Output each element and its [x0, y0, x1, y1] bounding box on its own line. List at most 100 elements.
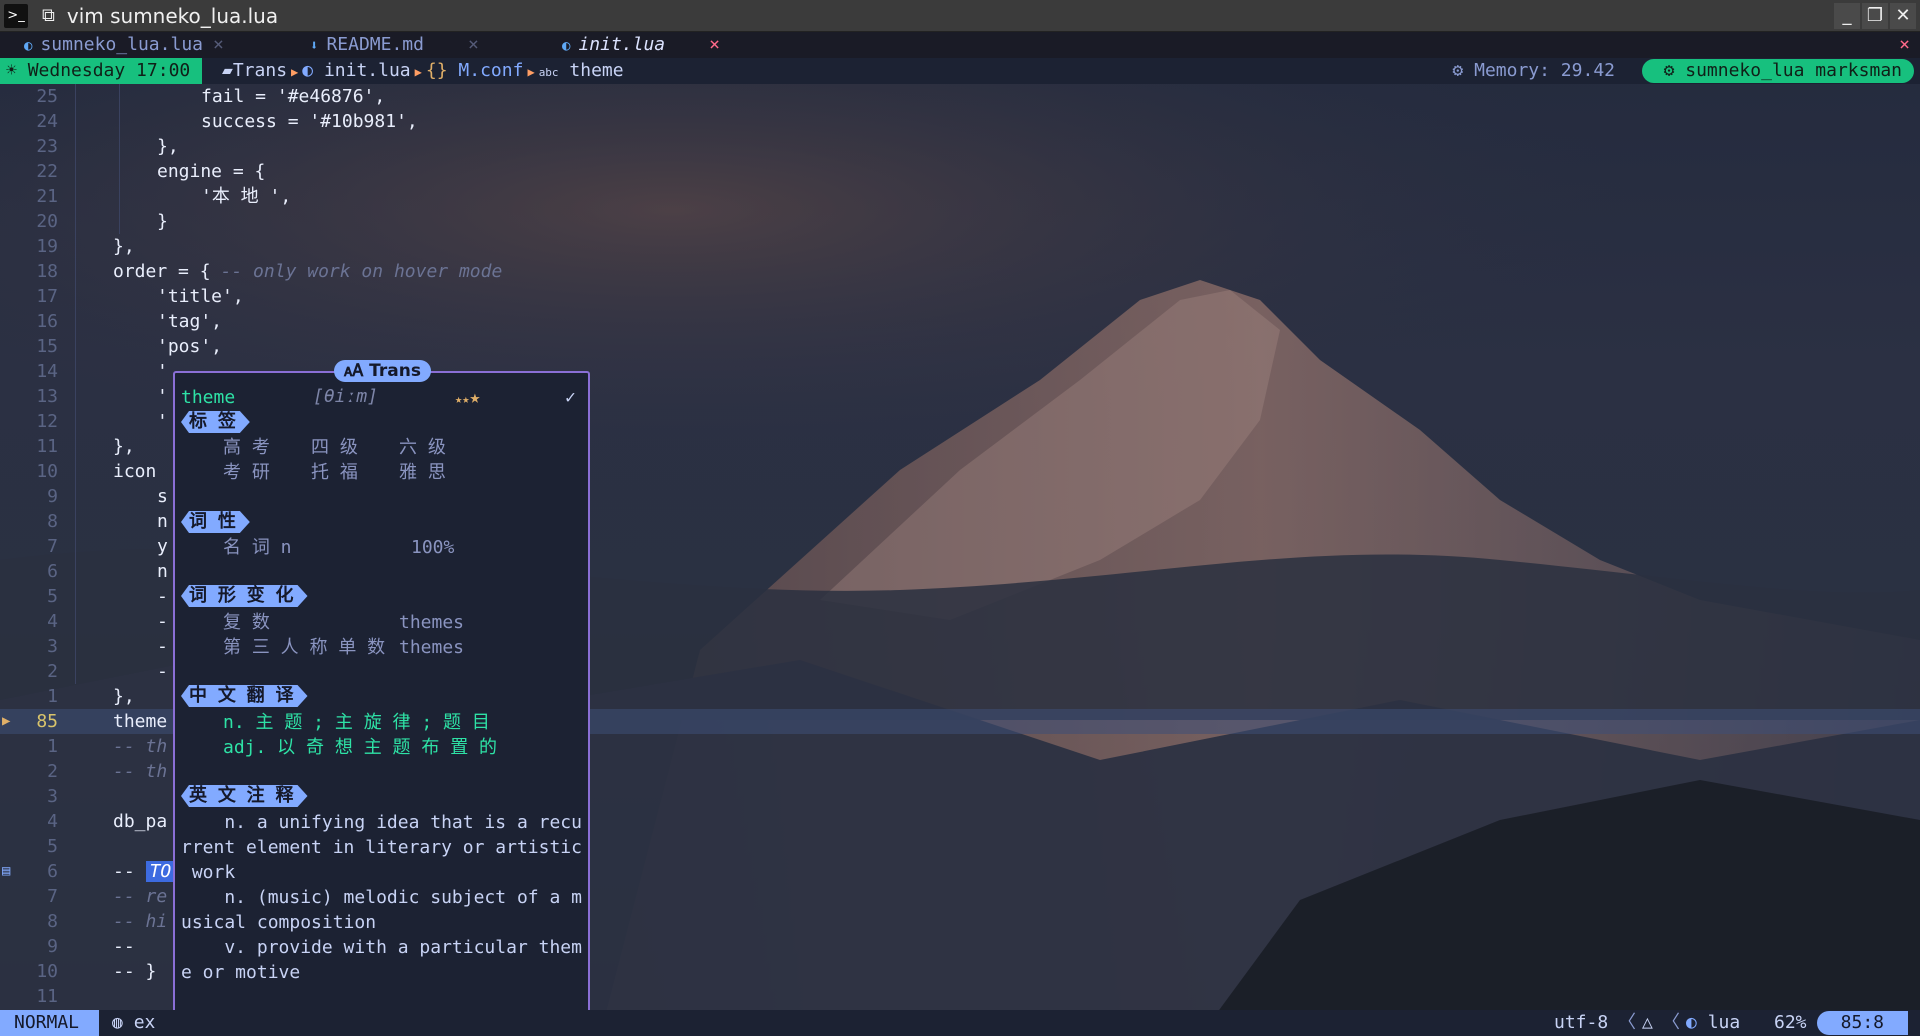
memory-text: Memory: 29.42 [1474, 60, 1615, 81]
section-tag: 标 签 [181, 411, 250, 433]
line-number: 12 [36, 411, 58, 432]
code-line[interactable]: 18 order = {-- only work on hover mode [0, 259, 1920, 284]
lua-icon: ◐ [302, 60, 314, 81]
line-number: 6 [47, 561, 58, 582]
line-number: 9 [47, 486, 58, 507]
line-number: 15 [36, 336, 58, 357]
code-text: }, [113, 434, 135, 459]
code-line[interactable]: 15 'pos', [0, 334, 1920, 359]
minimize-button[interactable]: _ [1834, 3, 1860, 29]
definition-line: usical composition [181, 912, 377, 933]
cursor-position: 85:8 [1816, 1011, 1908, 1035]
definition-line: work [181, 862, 236, 883]
code-text: - [157, 584, 168, 609]
code-text: -- [113, 934, 135, 959]
buffer-tabline: ◐ sumneko_lua.lua × ⬇ README.md × ◐ init.lua ×… [0, 32, 1920, 58]
tab-close-icon[interactable]: × [213, 34, 224, 55]
line-number: 20 [36, 211, 58, 232]
todo-keyword: TO [145, 861, 176, 882]
line-number: 2 [47, 761, 58, 782]
code-token: -- } [113, 961, 157, 982]
tag-item: 雅 思 [399, 462, 446, 483]
tab-sumneko-lua[interactable]: ◐ sumneko_lua.lua × [24, 32, 224, 58]
line-number: 1 [47, 686, 58, 707]
code-line[interactable]: 23}, [0, 134, 1920, 159]
code-token: -- re [113, 886, 168, 907]
breadcrumb-item[interactable]: theme [569, 60, 623, 81]
code-token: icon [113, 461, 157, 482]
tab-readme[interactable]: ⬇ README.md × [310, 32, 479, 58]
line-number: 8 [47, 511, 58, 532]
definition-line: n. a unifying idea that is a recu [181, 812, 582, 833]
code-text: order = {-- only work on hover mode [113, 259, 502, 284]
line-number: 14 [36, 361, 58, 382]
exchange-value: themes [399, 637, 465, 658]
section-exchange: 词 形 变 化 [181, 585, 308, 607]
code-line[interactable]: 20} [0, 209, 1920, 234]
tab-close-icon[interactable]: × [709, 34, 720, 55]
close-all-icon[interactable]: × [1899, 32, 1910, 58]
window-titlebar: >_ ⧉ vim sumneko_lua.lua _ ❐ ✕ [0, 0, 1920, 32]
code-token: order = { [113, 261, 211, 282]
check-icon[interactable]: ✓ [565, 385, 576, 410]
code-text: -- } [113, 959, 156, 984]
tab-init-lua[interactable]: ◐ init.lua × [562, 32, 720, 58]
tab-label: sumneko_lua.lua [40, 34, 203, 55]
git-branch: ◍ ex [112, 1010, 155, 1036]
line-number: 2 [47, 661, 58, 682]
chevron-left-icon: 〈 [1618, 1012, 1636, 1033]
maximize-button[interactable]: ❐ [1862, 3, 1888, 29]
code-token: - [157, 586, 168, 607]
markdown-icon: ⬇ [310, 38, 319, 54]
tag-item: 四 级 [311, 437, 358, 458]
translation-line: adj. 以 奇 想 主 题 布 置 的 [223, 737, 498, 758]
code-token: - [157, 636, 168, 657]
translation-line: n. 主 题 ; 主 旋 律 ; 题 目 [223, 712, 490, 733]
code-token: }, [157, 136, 179, 157]
gear-icon: ⚙ [1663, 60, 1675, 81]
mode-indicator: NORMAL [0, 1010, 100, 1036]
code-text: }, [113, 234, 135, 259]
code-text: ' [157, 384, 168, 409]
code-text: }, [113, 684, 135, 709]
code-text: s [157, 484, 168, 509]
code-line[interactable]: 17 'title', [0, 284, 1920, 309]
pos-label: 名 词 n [223, 537, 292, 558]
code-line[interactable]: 21 '本 地 ', [0, 184, 1920, 209]
code-token: success = '#10b981', [201, 111, 418, 132]
code-text: 'tag', [157, 309, 222, 334]
tab-close-icon[interactable]: × [468, 34, 479, 55]
lua-icon: ◐ [1686, 1012, 1697, 1033]
clock-badge: ☀ Wednesday 17:00 [0, 58, 203, 84]
line-number: 7 [47, 536, 58, 557]
code-line[interactable]: 16 'tag', [0, 309, 1920, 334]
code-line[interactable]: 25 fail = '#e46876', [0, 84, 1920, 109]
statusline: NORMAL ◍ ex utf-8 〈 △ 〈 ◐ lua 62% 85:8 [0, 1010, 1920, 1036]
line-number: 23 [36, 136, 58, 157]
line-number: 21 [36, 186, 58, 207]
definition-line: rrent element in literary or artistic [181, 837, 582, 858]
code-token: db_pa [113, 811, 168, 832]
breadcrumb-item[interactable]: Trans [233, 60, 287, 81]
close-window-button[interactable]: ✕ [1890, 3, 1916, 29]
line-number: 3 [47, 636, 58, 657]
code-token: -- [113, 936, 135, 957]
breadcrumb-item[interactable]: M.conf [458, 60, 523, 81]
tab-label: README.md [326, 34, 424, 55]
code-text: '本 地 ', [201, 184, 291, 209]
braces-icon: {} [425, 60, 448, 81]
clock-text: Wednesday 17:00 [27, 60, 191, 81]
star-icon: ★ [469, 387, 481, 408]
line-number: 22 [36, 161, 58, 182]
code-line[interactable]: 22 engine = { [0, 159, 1920, 184]
section-translation: 中 文 翻 译 [181, 685, 308, 707]
line-number: 1 [47, 736, 58, 757]
line-number: 19 [36, 236, 58, 257]
code-line[interactable]: 19}, [0, 234, 1920, 259]
code-token: n [157, 511, 168, 532]
code-line[interactable]: 24 success = '#10b981', [0, 109, 1920, 134]
code-text: success = '#10b981', [201, 109, 418, 134]
code-token: 'tag', [157, 311, 223, 332]
line-number: 4 [47, 811, 58, 832]
breadcrumb-item[interactable]: init.lua [324, 60, 411, 81]
